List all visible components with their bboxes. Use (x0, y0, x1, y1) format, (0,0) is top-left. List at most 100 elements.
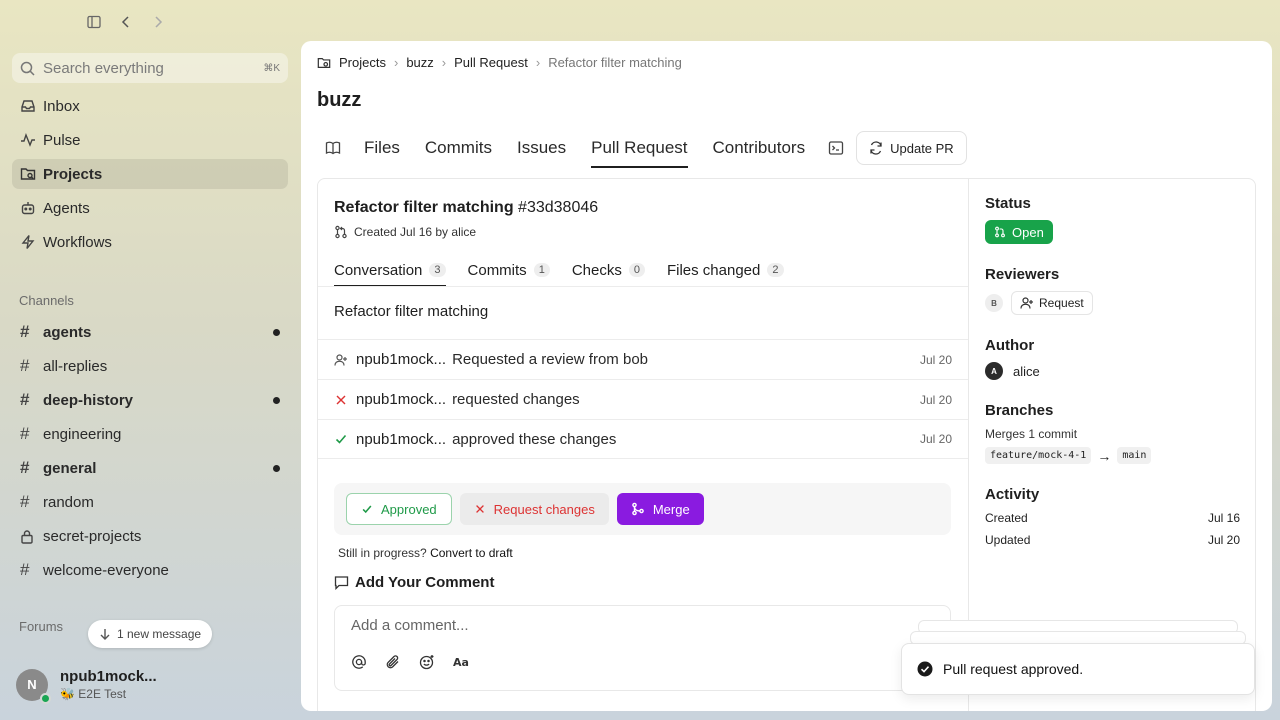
online-indicator (40, 692, 51, 704)
request-changes-button[interactable]: Request changes (459, 493, 609, 525)
unread-dot (273, 464, 280, 472)
event-action: requested changes (452, 391, 580, 408)
breadcrumb-buzz[interactable]: buzz (406, 55, 433, 70)
subtab-conversation[interactable]: Conversation 3 (334, 255, 446, 287)
request-review-button[interactable]: Request (1011, 291, 1093, 315)
comment-input[interactable]: Add a comment... (351, 617, 469, 634)
current-user[interactable]: N npub1mock... 🐝 E2E Test (16, 668, 157, 704)
breadcrumb-pull-request[interactable]: Pull Request (454, 55, 528, 70)
timeline-event: npub1mock... Requested a review from bob… (318, 339, 968, 379)
sidebar-item-agents[interactable]: Agents (12, 193, 288, 223)
pull-request-icon (334, 225, 348, 239)
tab-pull-request[interactable]: Pull Request (591, 130, 688, 168)
subtab-label: Checks (571, 261, 622, 279)
chevron-right-icon: › (393, 55, 399, 70)
sidebar-toggle-icon[interactable] (86, 14, 102, 30)
workflows-icon (20, 234, 36, 250)
project-tabs: Files Commits Issues Pull Request Contri… (317, 130, 967, 168)
add-user-icon (334, 353, 348, 367)
sidebar-item-inbox[interactable]: Inbox (12, 91, 288, 121)
created-label: Created (985, 511, 1028, 525)
breadcrumb-current: Refactor filter matching (548, 55, 682, 70)
event-author[interactable]: npub1mock... (356, 351, 446, 368)
event-author[interactable]: npub1mock... (356, 431, 446, 448)
sidebar-item-label: Pulse (43, 131, 81, 149)
comment-icon (334, 575, 349, 590)
channel-agents[interactable]: # agents (12, 317, 288, 347)
created-value: Jul 16 (1207, 511, 1240, 525)
source-branch: feature/mock-4-1 (985, 447, 1092, 464)
update-pr-button[interactable]: Update PR (856, 131, 967, 165)
sidebar-item-label: Inbox (43, 97, 80, 115)
reviewers-heading: Reviewers (985, 266, 1060, 283)
text-format-icon[interactable]: Aa (453, 654, 469, 670)
arrow-down-icon (99, 628, 111, 640)
author-name[interactable]: alice (1013, 364, 1040, 379)
tab-contributors[interactable]: Contributors (713, 130, 806, 166)
activity-heading: Activity (985, 486, 1040, 503)
channel-engineering[interactable]: # engineering (12, 419, 288, 449)
channel-all-replies[interactable]: # all-replies (12, 351, 288, 381)
reviewer-avatar[interactable]: B (985, 294, 1003, 312)
window-controls (86, 14, 166, 30)
subtab-files-changed[interactable]: Files changed 2 (667, 255, 784, 285)
avatar-initial: N (27, 677, 37, 692)
emoji-icon[interactable] (419, 654, 435, 670)
unread-dot (273, 328, 280, 336)
sidebar-item-projects[interactable]: Projects (12, 159, 288, 189)
toast-notification[interactable]: Pull request approved. (901, 643, 1255, 695)
channel-label: all-replies (43, 357, 108, 375)
forward-icon[interactable] (150, 14, 166, 30)
search-input[interactable]: Search everything ⌘K (12, 53, 288, 83)
channel-deep-history[interactable]: # deep-history (12, 385, 288, 415)
status-heading: Status (985, 195, 1031, 212)
merge-button[interactable]: Merge (616, 493, 704, 525)
breadcrumb-projects[interactable]: Projects (339, 55, 386, 70)
unread-dot (273, 396, 280, 404)
channel-welcome-everyone[interactable]: # welcome-everyone (12, 555, 288, 585)
subtab-commits[interactable]: Commits 1 (468, 255, 550, 285)
mention-icon[interactable] (351, 654, 367, 670)
draft-hint: Still in progress? Convert to draft (338, 546, 513, 560)
event-action: approved these changes (452, 430, 617, 448)
comment-box[interactable]: Add a comment... Aa (334, 605, 951, 691)
new-message-pill[interactable]: 1 new message (88, 620, 213, 648)
sidebar-item-workflows[interactable]: Workflows (12, 227, 288, 257)
channel-label: random (43, 493, 94, 511)
attach-icon[interactable] (385, 654, 401, 670)
pulse-icon (20, 132, 36, 148)
event-action: Requested a review from bob (452, 351, 648, 368)
avatar: N (16, 668, 51, 704)
channel-random[interactable]: # random (12, 487, 288, 517)
sidebar-item-label: Projects (43, 165, 103, 183)
lock-icon (20, 529, 36, 544)
event-author[interactable]: npub1mock... (356, 391, 446, 408)
arrow-right-icon: → (1097, 447, 1112, 464)
tab-files[interactable]: Files (364, 130, 400, 166)
terminal-icon[interactable] (828, 140, 844, 156)
pr-description: Refactor filter matching (334, 303, 489, 320)
pr-title: Refactor filter matching #33d38046 (334, 199, 598, 217)
channel-general[interactable]: # general (12, 453, 288, 483)
count-badge: 1 (533, 263, 550, 277)
user-status: 🐝 E2E Test (60, 687, 127, 701)
channel-label: secret-projects (43, 527, 142, 545)
inbox-icon (20, 98, 36, 114)
hash-icon: # (20, 458, 30, 477)
channel-secret-projects[interactable]: secret-projects (12, 521, 288, 551)
approved-button[interactable]: Approved (346, 493, 452, 525)
count-badge: 0 (628, 263, 645, 277)
tab-commits[interactable]: Commits (425, 130, 492, 166)
search-icon (20, 61, 35, 76)
pr-meta-text: Created Jul 16 by alice (354, 225, 477, 239)
convert-to-draft-link[interactable]: Convert to draft (430, 546, 513, 560)
forums-heading: Forums (19, 619, 64, 634)
pr-title-text: Refactor filter matching (334, 199, 514, 216)
subtab-checks[interactable]: Checks 0 (572, 255, 645, 285)
tab-issues[interactable]: Issues (517, 130, 566, 166)
book-icon[interactable] (325, 140, 341, 156)
updated-value: Jul 20 (1207, 533, 1240, 547)
sidebar-item-pulse[interactable]: Pulse (12, 125, 288, 155)
timeline-event: npub1mock... requested changes Jul 20 (318, 379, 968, 419)
back-icon[interactable] (118, 14, 134, 30)
